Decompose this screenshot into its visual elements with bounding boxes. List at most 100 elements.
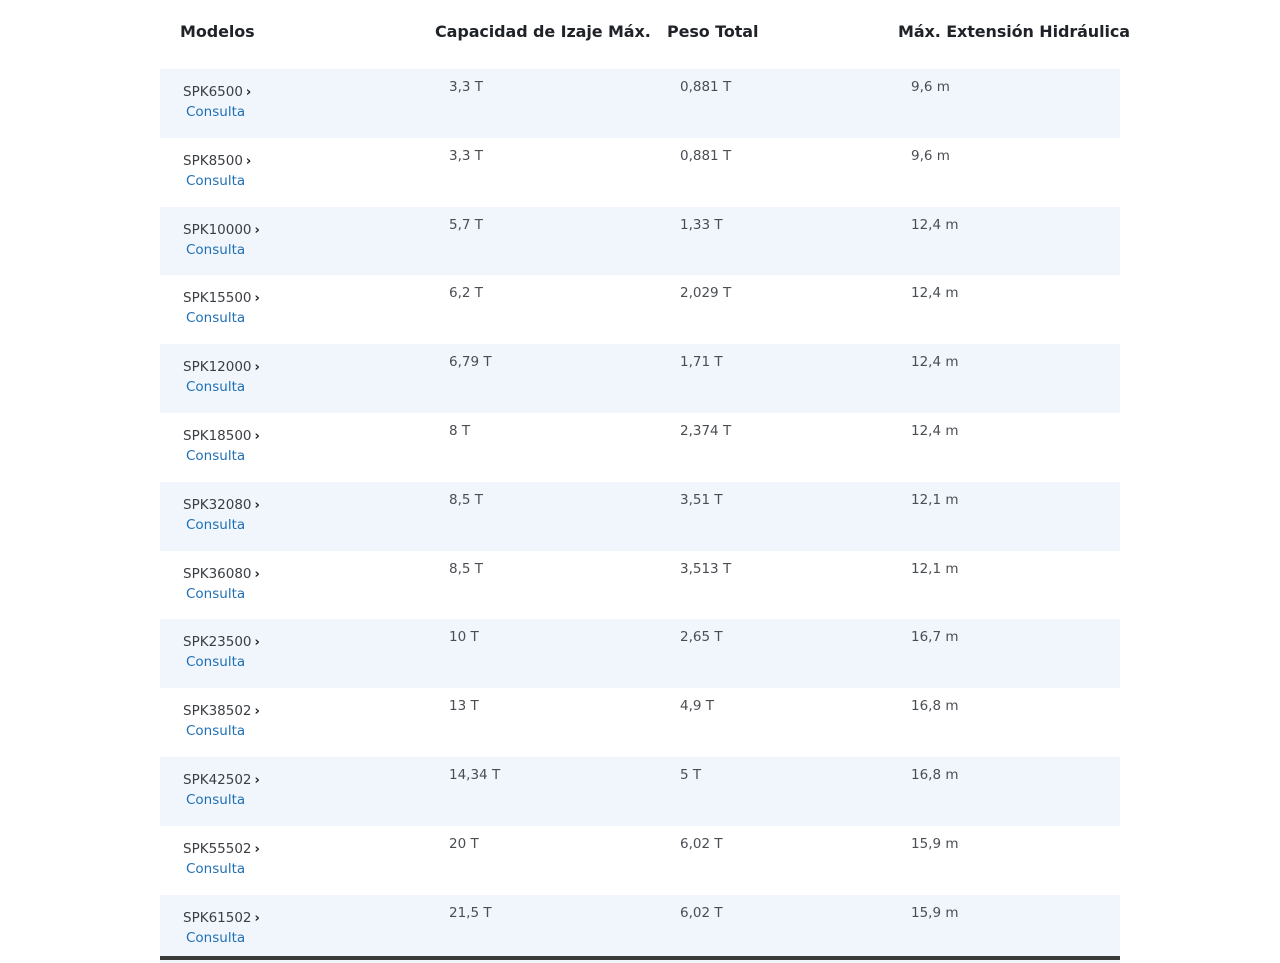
extension-value: 12,4 m	[911, 422, 959, 439]
extension-value: 16,8 m	[911, 698, 959, 715]
capacity-value: 10 T	[449, 629, 479, 646]
model-link[interactable]: SPK10000 ›	[183, 222, 260, 238]
consulta-link[interactable]: Consulta	[186, 654, 245, 670]
extension-value: 12,1 m	[911, 491, 959, 508]
extension-value: 16,8 m	[911, 766, 959, 783]
weight-value: 2,374 T	[680, 422, 732, 439]
model-name: SPK10000	[183, 221, 252, 238]
weight-value: 2,029 T	[680, 285, 732, 302]
extension-value: 12,4 m	[911, 285, 959, 302]
model-link[interactable]: SPK8500 ›	[183, 153, 251, 169]
table-body: SPK6500 › Consulta 3,3 T 0,881 T 9,6 m SP…	[160, 69, 1120, 963]
chevron-right-icon: ›	[254, 772, 260, 788]
capacity-value: 6,2 T	[449, 285, 484, 302]
consulta-link[interactable]: Consulta	[186, 310, 245, 326]
table-header-row: Modelos Capacidad de Izaje Máx. Peso Tot…	[160, 0, 1130, 69]
model-name: SPK38502	[183, 703, 252, 720]
table-row: SPK55502 › Consulta 20 T 6,02 T 15,9 m	[160, 825, 1120, 895]
capacity-value: 14,34 T	[449, 766, 501, 783]
model-link[interactable]: SPK32080 ›	[183, 497, 260, 513]
chevron-right-icon: ›	[254, 222, 260, 238]
table-row: SPK32080 › Consulta 8,5 T 3,51 T 12,1 m	[160, 481, 1120, 551]
table-row: SPK61502 › Consulta 21,5 T 6,02 T 15,9 m	[160, 894, 1120, 963]
weight-value: 6,02 T	[680, 835, 723, 852]
chevron-right-icon: ›	[254, 566, 260, 582]
consulta-link[interactable]: Consulta	[186, 517, 245, 533]
consulta-link[interactable]: Consulta	[186, 173, 245, 189]
table-row: SPK10000 › Consulta 5,7 T 1,33 T 12,4 m	[160, 206, 1120, 276]
consulta-link[interactable]: Consulta	[186, 930, 245, 946]
model-link[interactable]: SPK38502 ›	[183, 703, 260, 719]
weight-value: 0,881 T	[680, 79, 732, 95]
model-link[interactable]: SPK18500 ›	[183, 428, 260, 444]
model-name: SPK15500	[183, 290, 252, 307]
model-name: SPK36080	[183, 565, 252, 582]
weight-value: 0,881 T	[680, 147, 732, 164]
capacity-value: 5,7 T	[449, 216, 484, 233]
model-name: SPK6500	[183, 84, 243, 100]
consulta-link[interactable]: Consulta	[186, 861, 245, 877]
consulta-link[interactable]: Consulta	[186, 242, 245, 258]
chevron-right-icon: ›	[254, 704, 260, 720]
extension-value: 12,1 m	[911, 560, 959, 577]
chevron-right-icon: ›	[254, 910, 260, 926]
chevron-right-icon: ›	[254, 497, 260, 513]
header-capacity: Capacidad de Izaje Máx.	[435, 22, 651, 41]
extension-value: 16,7 m	[911, 629, 959, 646]
header-models: Modelos	[180, 22, 255, 41]
consulta-link[interactable]: Consulta	[186, 792, 245, 808]
consulta-link[interactable]: Consulta	[186, 586, 245, 602]
consulta-link[interactable]: Consulta	[186, 448, 245, 464]
models-table: Modelos Capacidad de Izaje Máx. Peso Tot…	[160, 0, 1130, 963]
model-name: SPK61502	[183, 909, 252, 926]
chevron-right-icon: ›	[254, 360, 260, 376]
chevron-right-icon: ›	[254, 291, 260, 307]
chevron-right-icon: ›	[254, 635, 260, 651]
model-name: SPK8500	[183, 152, 243, 169]
model-name: SPK55502	[183, 840, 252, 857]
chevron-right-icon: ›	[245, 153, 252, 169]
model-link[interactable]: SPK23500 ›	[183, 634, 260, 650]
model-link[interactable]: SPK12000 ›	[183, 359, 260, 375]
model-name: SPK12000	[183, 359, 252, 376]
weight-value: 2,65 T	[680, 629, 723, 646]
extension-value: 9,6 m	[911, 147, 950, 164]
chevron-right-icon: ›	[254, 428, 260, 444]
extension-value: 9,6 m	[911, 79, 950, 95]
table-row: SPK18500 › Consulta 8 T 2,374 T 12,4 m	[160, 412, 1120, 482]
model-name: SPK18500	[183, 427, 252, 444]
model-link[interactable]: SPK36080 ›	[183, 566, 260, 582]
weight-value: 1,33 T	[680, 216, 723, 233]
model-name: SPK42502	[183, 771, 252, 788]
weight-value: 3,513 T	[680, 560, 732, 577]
chevron-right-icon: ›	[254, 841, 260, 857]
capacity-value: 13 T	[449, 698, 479, 715]
table-row: SPK15500 › Consulta 6,2 T 2,029 T 12,4 m	[160, 275, 1120, 345]
table-row: SPK36080 › Consulta 8,5 T 3,513 T 12,1 m	[160, 550, 1120, 620]
capacity-value: 6,79 T	[449, 354, 492, 371]
weight-value: 5 T	[680, 766, 702, 783]
consulta-link[interactable]: Consulta	[186, 104, 245, 120]
model-link[interactable]: SPK61502 ›	[183, 910, 260, 926]
capacity-value: 21,5 T	[449, 904, 492, 921]
table-row: SPK6500 › Consulta 3,3 T 0,881 T 9,6 m	[160, 69, 1120, 138]
capacity-value: 3,3 T	[449, 147, 484, 164]
consulta-link[interactable]: Consulta	[186, 723, 245, 739]
table-row: SPK12000 › Consulta 6,79 T 1,71 T 12,4 m	[160, 344, 1120, 413]
model-link[interactable]: SPK55502 ›	[183, 841, 260, 857]
model-link[interactable]: SPK6500 ›	[183, 84, 251, 100]
extension-value: 15,9 m	[911, 835, 959, 852]
model-link[interactable]: SPK42502 ›	[183, 772, 260, 788]
consulta-link[interactable]: Consulta	[186, 379, 245, 395]
extension-value: 15,9 m	[911, 904, 959, 921]
capacity-value: 8,5 T	[449, 560, 484, 577]
chevron-right-icon: ›	[245, 85, 252, 100]
model-link[interactable]: SPK15500 ›	[183, 290, 260, 306]
weight-value: 3,51 T	[680, 491, 723, 508]
bottom-divider	[160, 956, 1120, 960]
model-name: SPK23500	[183, 634, 252, 651]
capacity-value: 8 T	[449, 422, 471, 439]
table-row: SPK8500 › Consulta 3,3 T 0,881 T 9,6 m	[160, 137, 1120, 207]
weight-value: 6,02 T	[680, 904, 723, 921]
table-row: SPK38502 › Consulta 13 T 4,9 T 16,8 m	[160, 688, 1120, 757]
